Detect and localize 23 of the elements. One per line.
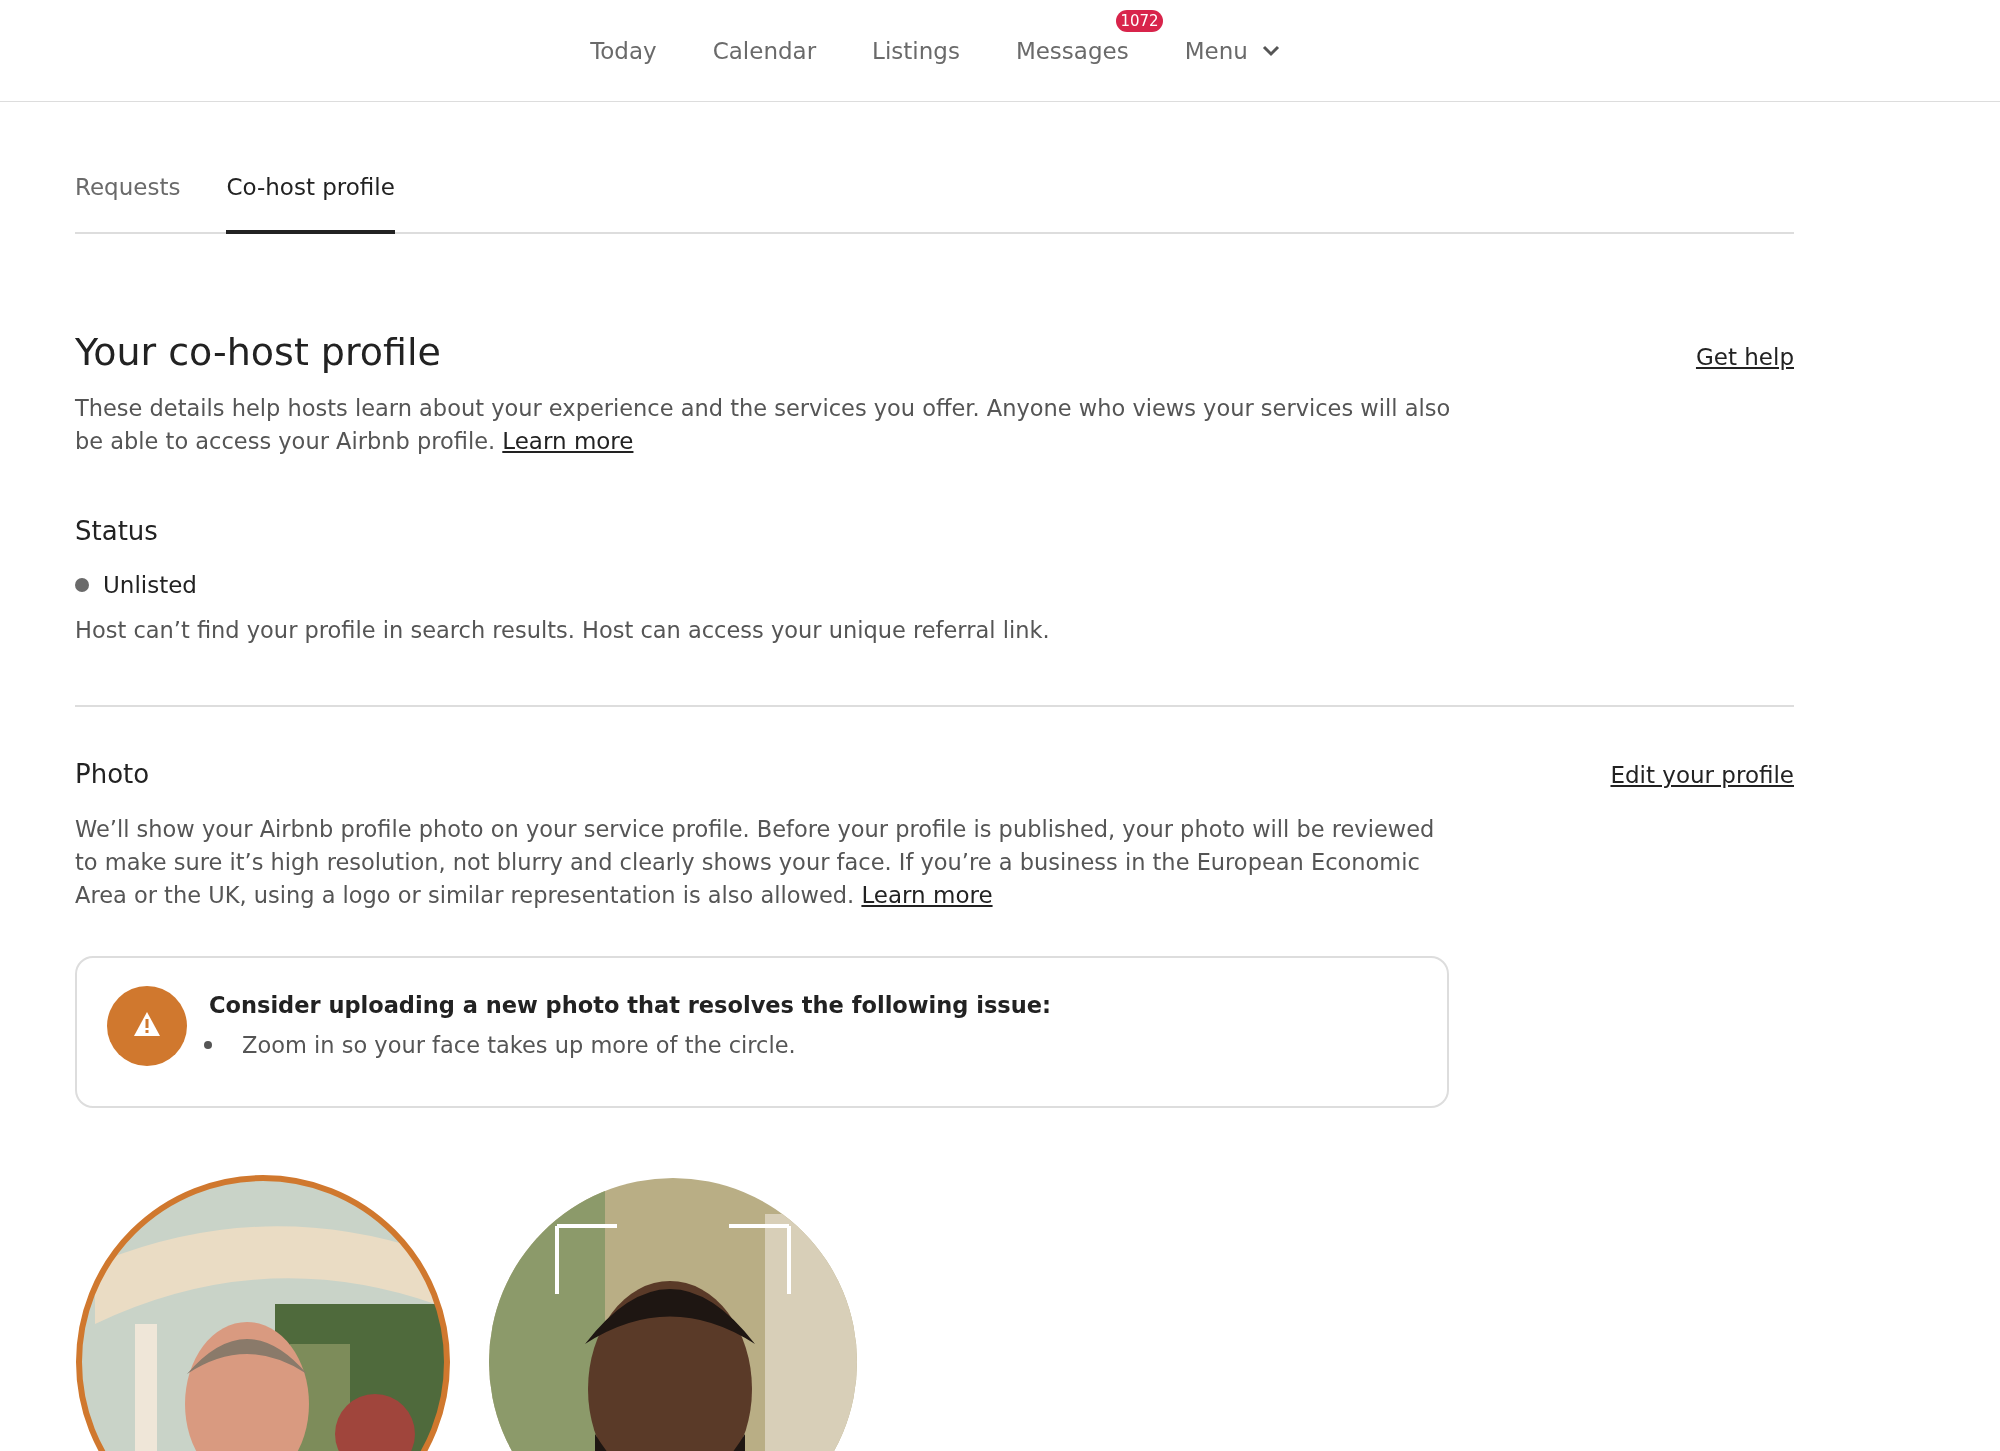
bullet-dot	[204, 1041, 212, 1049]
issue-text: Zoom in so your face takes up more of the circle.	[242, 1032, 796, 1058]
page-title: Your co-host profile	[75, 330, 441, 374]
warning-icon	[107, 986, 187, 1066]
edit-profile-link[interactable]: Edit your profile	[1610, 762, 1794, 788]
status-dot	[75, 578, 89, 592]
warning-title: Consider uploading a new photo that resolves the following issue:	[209, 992, 1052, 1018]
photo-description: We’ll show your Airbnb profile photo on your service profile. Before your profile is published, your photo will be reviewed to make sure it’s high resolution, not blurry and clearly shows your face. If you’re a business in the European Economic Area or the UK, using a logo or similar representation is also allowed. Learn more	[75, 815, 1436, 910]
status-description: Host can’t find your profile in search results. Host can access your unique referral link.	[75, 616, 1051, 645]
nav-item[interactable]: Listings	[872, 37, 960, 64]
tab[interactable]: Requests	[75, 174, 181, 234]
help-link[interactable]: Get help	[1695, 344, 1794, 370]
nav-item[interactable]: Menu	[1184, 37, 1280, 64]
section-title: Photo	[75, 759, 150, 789]
status-label: Unlisted	[103, 572, 197, 598]
tab[interactable]: Co-host profile	[226, 174, 395, 234]
notification-badge: 1072	[1116, 9, 1163, 32]
nav-item[interactable]: Today	[590, 37, 657, 64]
learn-more-link[interactable]: Learn more	[502, 428, 634, 454]
nav-item[interactable]: Calendar	[712, 37, 817, 64]
section-title: Status	[75, 516, 159, 546]
description-text: These details help hosts learn about your experience and the services you offer. Anyone who views your services will also be able to access your Airbnb profile. Learn more	[75, 394, 1452, 456]
learn-more-link[interactable]: Learn more	[861, 882, 993, 908]
